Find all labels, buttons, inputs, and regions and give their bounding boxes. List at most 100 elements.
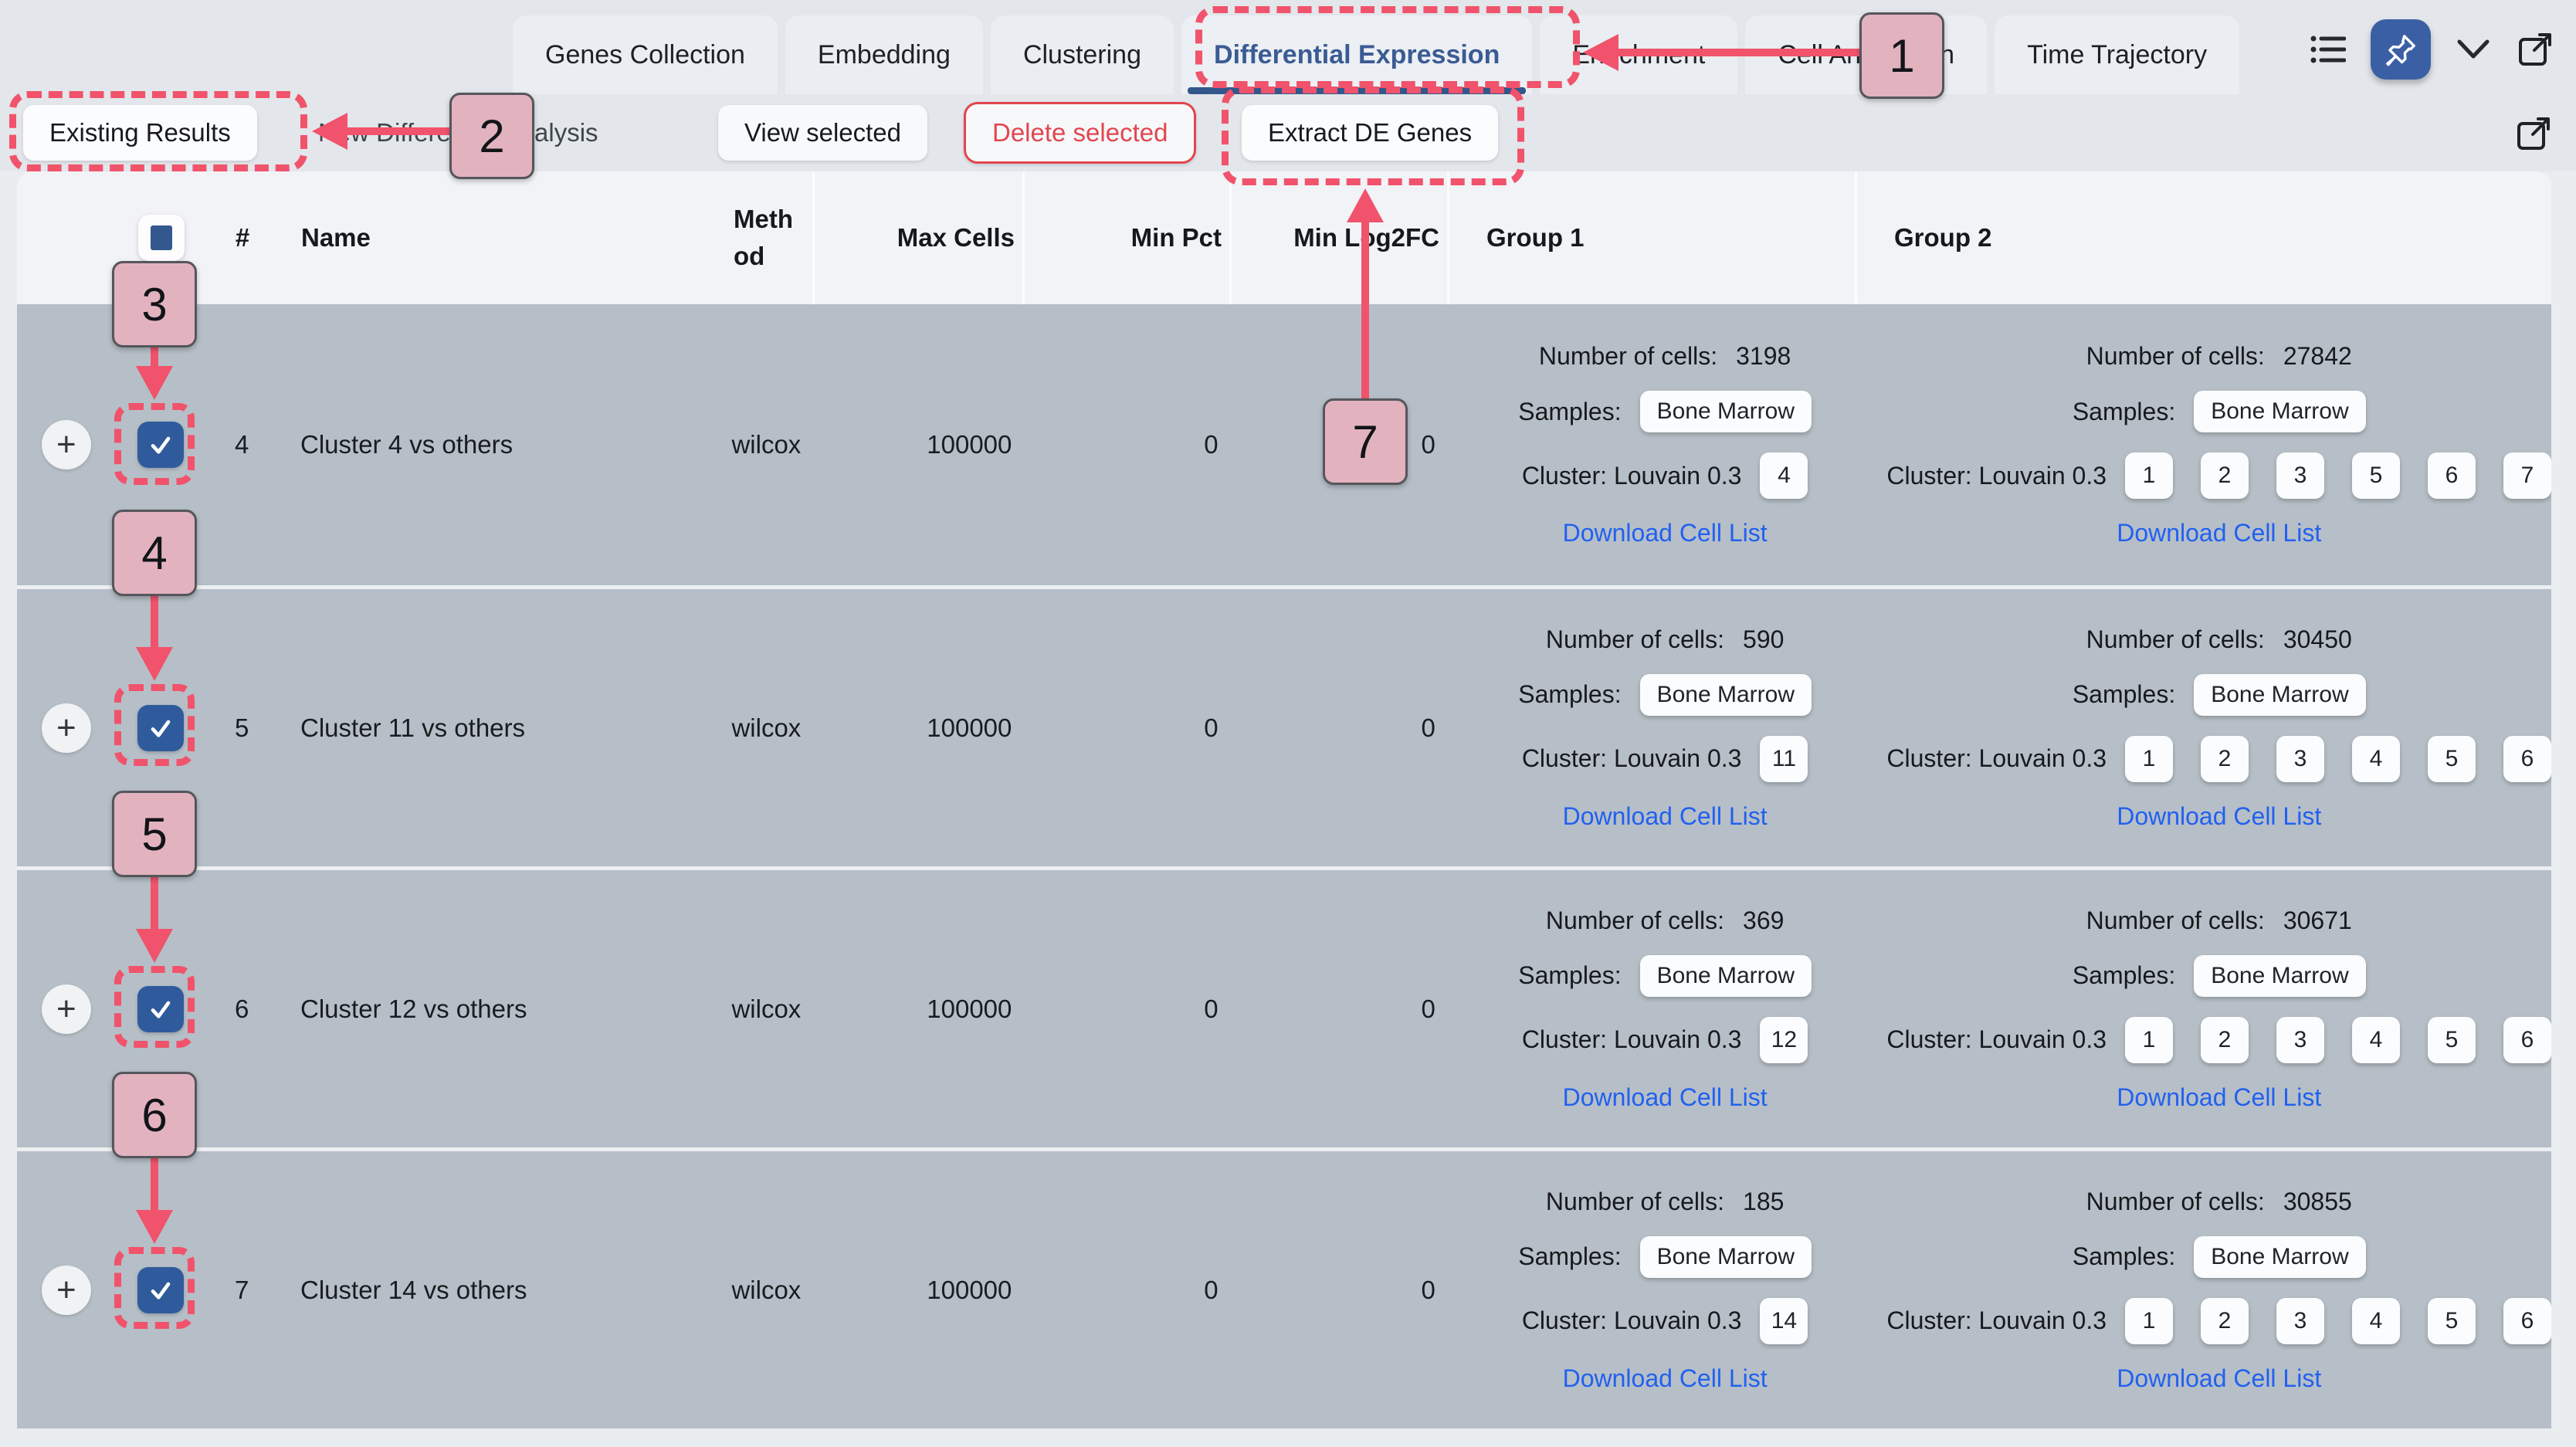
row-max-cells: 100000 bbox=[810, 589, 1019, 866]
sample-chip: Bone Marrow bbox=[1640, 1236, 1812, 1278]
row-number: 4 bbox=[206, 304, 277, 585]
download-cell-list-link[interactable]: Download Cell List bbox=[2117, 1083, 2321, 1112]
annotation-badge-7: 7 bbox=[1323, 398, 1408, 485]
row-method: wilcox bbox=[708, 304, 810, 585]
tab-genes-collection[interactable]: Genes Collection bbox=[513, 15, 778, 94]
samples-label: Samples: bbox=[1518, 398, 1621, 426]
cluster-label: Cluster: Louvain 0.3 bbox=[1522, 1025, 1742, 1054]
num-cells-label: Number of cells: bbox=[1539, 342, 1717, 371]
group1-cell: Number of cells:590 Samples:Bone Marrow … bbox=[1443, 589, 1850, 866]
samples-label: Samples: bbox=[2073, 961, 2175, 990]
view-selected-button[interactable]: View selected bbox=[718, 105, 927, 161]
cluster-chip: 5 bbox=[2428, 736, 2476, 782]
row-checkbox[interactable] bbox=[137, 422, 184, 468]
cluster-chip: 5 bbox=[2352, 452, 2400, 499]
row-number: 6 bbox=[206, 870, 277, 1147]
cluster-chip: 5 bbox=[2428, 1298, 2476, 1344]
num-cells-value: 185 bbox=[1743, 1188, 1784, 1216]
download-cell-list-link[interactable]: Download Cell List bbox=[2117, 1364, 2321, 1393]
sample-chip: Bone Marrow bbox=[1640, 955, 1812, 997]
samples-label: Samples: bbox=[2073, 398, 2175, 426]
cluster-chip: 1 bbox=[2125, 736, 2173, 782]
row-method: wilcox bbox=[708, 1151, 810, 1428]
cluster-label: Cluster: Louvain 0.3 bbox=[1886, 1025, 2107, 1054]
header-method: Method bbox=[710, 171, 812, 304]
chevron-down-icon[interactable] bbox=[2456, 38, 2491, 61]
pin-icon[interactable] bbox=[2371, 19, 2431, 80]
cluster-chip: 6 bbox=[2503, 1298, 2551, 1344]
samples-label: Samples: bbox=[1518, 1242, 1621, 1271]
group1-cell: Number of cells:369 Samples:Bone Marrow … bbox=[1443, 870, 1850, 1147]
tab-enrichment[interactable]: Enrichment bbox=[1540, 15, 1737, 94]
download-cell-list-link[interactable]: Download Cell List bbox=[1563, 802, 1768, 831]
table-header-row: # Name Method Max Cells Min Pct Min Log2… bbox=[17, 171, 2551, 304]
tab-bar: Genes Collection Embedding Clustering Di… bbox=[0, 0, 2576, 94]
group1-cell: Number of cells:185 Samples:Bone Marrow … bbox=[1443, 1151, 1850, 1428]
cluster-chip: 6 bbox=[2503, 736, 2551, 782]
group2-cell: Number of cells:30855 Samples:Bone Marro… bbox=[1849, 1151, 2551, 1428]
download-cell-list-link[interactable]: Download Cell List bbox=[2117, 519, 2321, 547]
row-min-log2fc: 0 bbox=[1226, 870, 1443, 1147]
existing-results-button[interactable]: Existing Results bbox=[23, 105, 257, 161]
cluster-chip: 1 bbox=[2125, 1017, 2173, 1063]
delete-selected-button[interactable]: Delete selected bbox=[964, 102, 1196, 164]
tab-list: Genes Collection Embedding Clustering Di… bbox=[513, 0, 2239, 94]
num-cells-label: Number of cells: bbox=[1546, 625, 1724, 654]
expand-row-button[interactable]: + bbox=[42, 984, 91, 1034]
download-cell-list-link[interactable]: Download Cell List bbox=[1563, 1364, 1768, 1393]
cluster-chip: 11 bbox=[1760, 736, 1808, 782]
list-icon[interactable] bbox=[2310, 33, 2346, 66]
cluster-chip: 3 bbox=[2276, 1298, 2324, 1344]
num-cells-label: Number of cells: bbox=[2086, 342, 2265, 371]
expand-row-button[interactable]: + bbox=[42, 703, 91, 753]
tab-time-trajectory[interactable]: Time Trajectory bbox=[1995, 15, 2239, 94]
cluster-label: Cluster: Louvain 0.3 bbox=[1522, 462, 1742, 490]
cluster-label: Cluster: Louvain 0.3 bbox=[1886, 744, 2107, 773]
tab-differential-expression[interactable]: Differential Expression bbox=[1181, 15, 1532, 94]
external-link-icon[interactable] bbox=[2516, 30, 2554, 69]
row-min-pct: 0 bbox=[1019, 870, 1225, 1147]
row-checkbox[interactable] bbox=[137, 705, 184, 751]
num-cells-value: 369 bbox=[1743, 906, 1784, 935]
select-all-checkbox[interactable] bbox=[138, 215, 185, 261]
download-cell-list-link[interactable]: Download Cell List bbox=[1563, 519, 1768, 547]
cluster-label: Cluster: Louvain 0.3 bbox=[1886, 1306, 2107, 1335]
download-cell-list-link[interactable]: Download Cell List bbox=[2117, 802, 2321, 831]
row-min-pct: 0 bbox=[1019, 304, 1225, 585]
row-name: Cluster 4 vs others bbox=[277, 304, 708, 585]
header-expand-column bbox=[17, 171, 116, 304]
cluster-chip: 3 bbox=[2276, 1017, 2324, 1063]
num-cells-value: 590 bbox=[1743, 625, 1784, 654]
row-name: Cluster 14 vs others bbox=[277, 1151, 708, 1428]
sample-chip: Bone Marrow bbox=[2194, 955, 2365, 997]
tab-clustering[interactable]: Clustering bbox=[991, 15, 1174, 94]
num-cells-value: 3198 bbox=[1736, 342, 1791, 371]
cluster-chip: 4 bbox=[2352, 1017, 2400, 1063]
cluster-label: Cluster: Louvain 0.3 bbox=[1522, 1306, 1742, 1335]
group2-cell: Number of cells:30450 Samples:Bone Marro… bbox=[1849, 589, 2551, 866]
download-cell-list-link[interactable]: Download Cell List bbox=[1563, 1083, 1768, 1112]
extract-de-genes-button[interactable]: Extract DE Genes bbox=[1242, 105, 1498, 161]
samples-label: Samples: bbox=[2073, 680, 2175, 709]
sample-chip: Bone Marrow bbox=[2194, 391, 2365, 432]
row-number: 5 bbox=[206, 589, 277, 866]
num-cells-label: Number of cells: bbox=[2086, 906, 2265, 935]
row-checkbox[interactable] bbox=[137, 1267, 184, 1313]
expand-row-button[interactable]: + bbox=[42, 1266, 91, 1315]
cluster-chip: 2 bbox=[2201, 736, 2249, 782]
header-name: Name bbox=[278, 171, 710, 304]
header-min-pct: Min Pct bbox=[1022, 171, 1229, 304]
cluster-chip: 4 bbox=[2352, 1298, 2400, 1344]
samples-label: Samples: bbox=[2073, 1242, 2175, 1271]
row-number: 7 bbox=[206, 1151, 277, 1428]
row-method: wilcox bbox=[708, 870, 810, 1147]
row-checkbox[interactable] bbox=[137, 986, 184, 1032]
table-row: + 4 Cluster 4 vs others wilcox 100000 0 … bbox=[17, 304, 2551, 585]
header-group2: Group 2 bbox=[1855, 171, 2551, 304]
annotation-badge-3: 3 bbox=[112, 261, 197, 347]
group2-cell: Number of cells:30671 Samples:Bone Marro… bbox=[1849, 870, 2551, 1147]
expand-row-button[interactable]: + bbox=[42, 420, 91, 469]
tab-embedding[interactable]: Embedding bbox=[785, 15, 983, 94]
external-link-icon[interactable] bbox=[2514, 114, 2553, 153]
header-min-log2fc: Min Log2FC bbox=[1229, 171, 1447, 304]
